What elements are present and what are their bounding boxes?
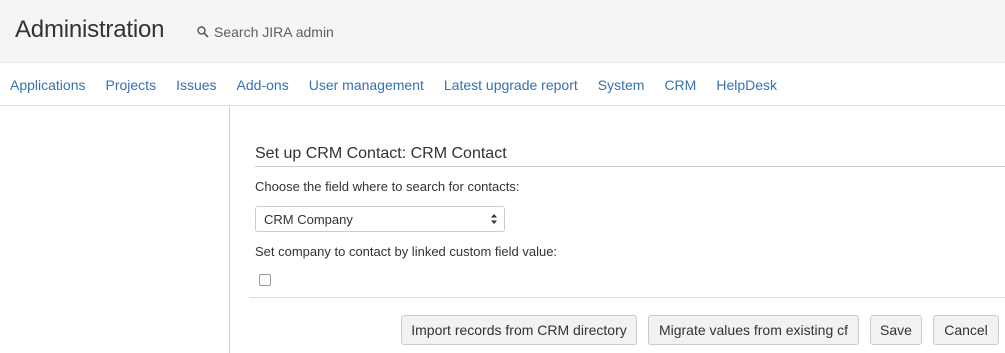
select-arrows-icon [491, 214, 497, 224]
form-title: Set up CRM Contact: CRM Contact [255, 145, 507, 162]
sidebar [0, 107, 230, 353]
main-content: Set up CRM Contact: CRM Contact Choose t… [231, 107, 1005, 353]
link-company-checkbox[interactable] [259, 274, 271, 286]
nav-item-crm[interactable]: CRM [664, 77, 696, 93]
nav-item-issues[interactable]: Issues [176, 77, 216, 93]
admin-header: Administration [0, 0, 1005, 63]
search-input[interactable] [214, 23, 384, 41]
nav-item-user-management[interactable]: User management [309, 77, 424, 93]
cancel-button[interactable]: Cancel [933, 315, 999, 345]
nav-item-system[interactable]: System [598, 77, 645, 93]
nav-item-applications[interactable]: Applications [10, 77, 86, 93]
nav-item-add-ons[interactable]: Add-ons [237, 77, 289, 93]
nav-item-helpdesk[interactable]: HelpDesk [716, 77, 777, 93]
import-records-button[interactable]: Import records from CRM directory [401, 315, 637, 345]
admin-nav: Applications Projects Issues Add-ons Use… [0, 64, 1005, 106]
admin-search[interactable] [196, 22, 396, 42]
nav-item-latest-upgrade-report[interactable]: Latest upgrade report [444, 77, 578, 93]
link-company-label: Set company to contact by linked custom … [255, 244, 558, 259]
migrate-values-button[interactable]: Migrate values from existing cf [648, 315, 859, 345]
title-divider [255, 166, 1005, 167]
search-icon [197, 26, 209, 38]
search-field-selected-value: CRM Company [264, 211, 353, 227]
nav-item-projects[interactable]: Projects [106, 77, 157, 93]
save-button[interactable]: Save [870, 315, 922, 345]
search-field-select[interactable]: CRM Company [255, 206, 505, 232]
buttons-divider [249, 297, 1005, 298]
page-title: Administration [15, 16, 165, 43]
search-field-label: Choose the field where to search for con… [255, 179, 520, 194]
